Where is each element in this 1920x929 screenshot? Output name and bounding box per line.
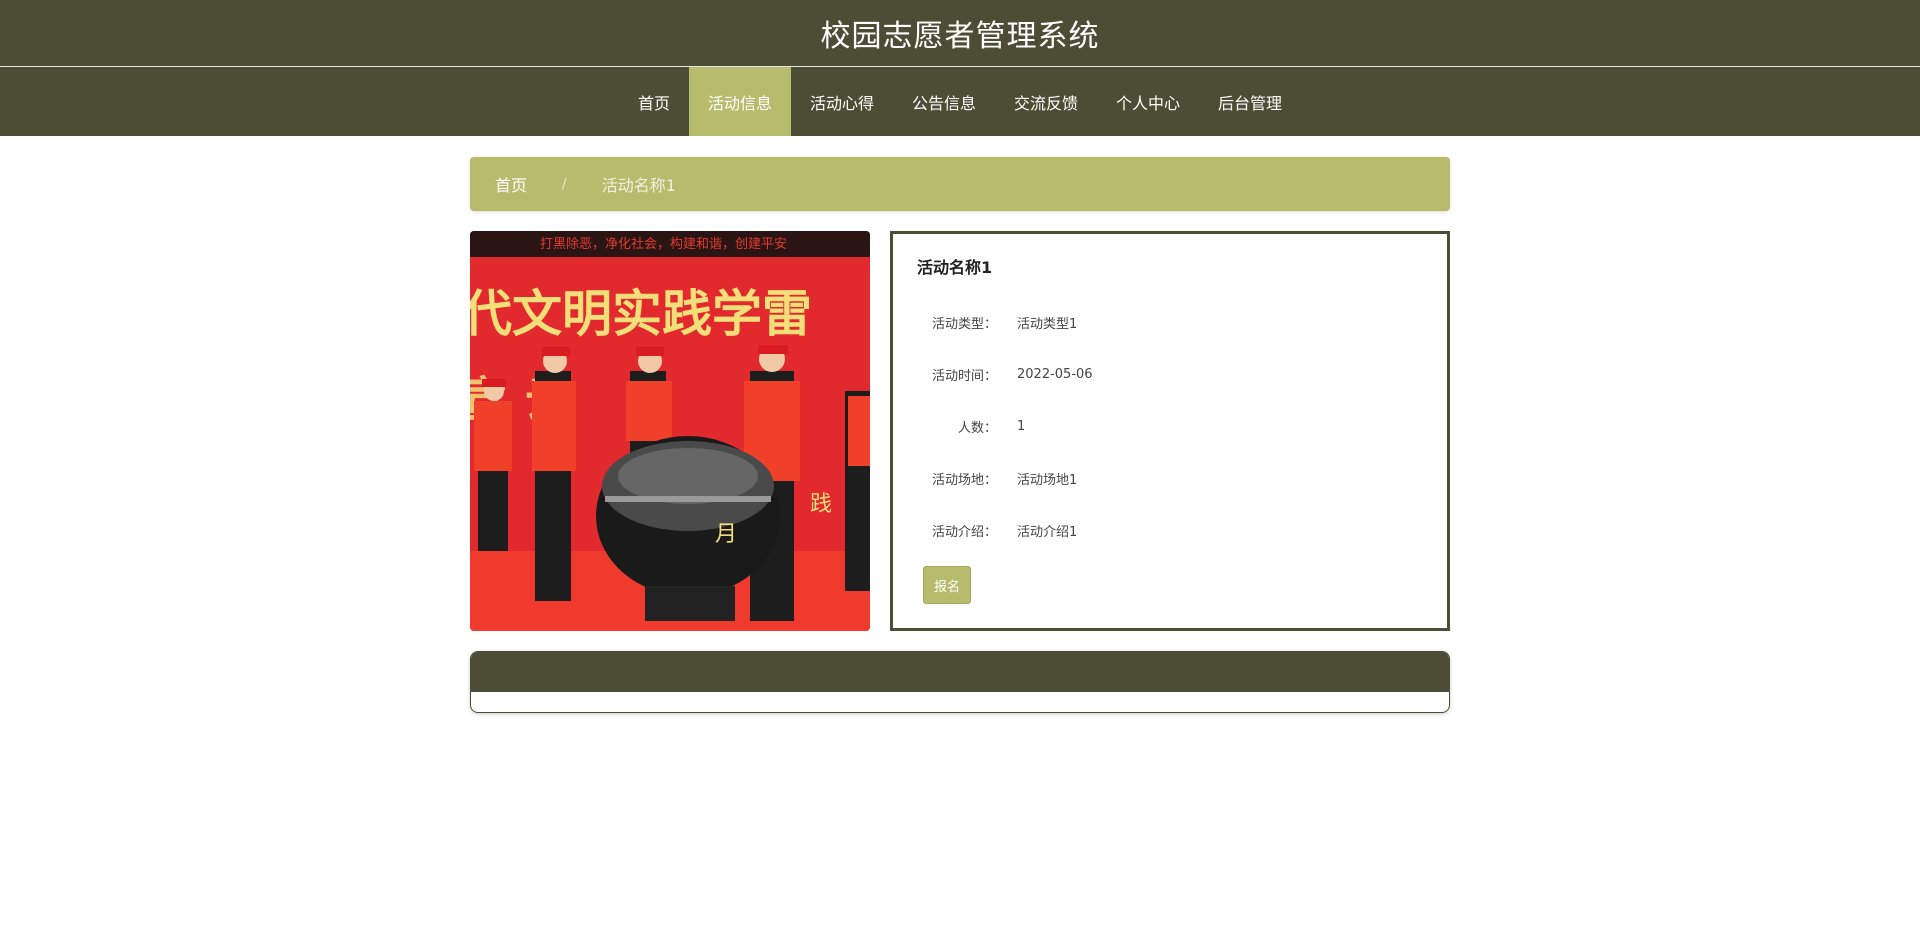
field-headcount: 人数： 1 (917, 400, 1423, 452)
breadcrumb: 首页 / 活动名称1 (470, 157, 1450, 211)
photo-banner-top: 打黑除恶，净化社会，构建和谐，创建平安 (540, 236, 787, 252)
svg-text:践: 践 (810, 492, 832, 517)
field-label: 活动介绍： (931, 524, 997, 540)
field-activity-time: 活动时间： 2022-05-06 (917, 348, 1423, 400)
field-value: 活动类型1 (1017, 316, 1078, 332)
field-label: 活动时间： (931, 368, 997, 384)
field-value: 活动介绍1 (1017, 524, 1078, 540)
field-introduction: 活动介绍： 活动介绍1 (917, 504, 1423, 556)
nav-item-feedback[interactable]: 交流反馈 (995, 67, 1097, 136)
site-title: 校园志愿者管理系统 (820, 19, 1100, 54)
field-activity-type: 活动类型： 活动类型1 (917, 296, 1423, 348)
site-header: 校园志愿者管理系统 (0, 0, 1920, 67)
field-label: 活动场地： (931, 472, 997, 488)
breadcrumb-home-link[interactable]: 首页 (495, 172, 527, 196)
activity-detail: 打黑除恶，净化社会，构建和谐，创建平安 代文明实践学雷 宣 云 践 月 活动名称… (470, 231, 1450, 631)
activity-title: 活动名称1 (917, 258, 993, 277)
signup-button[interactable]: 报名 (923, 566, 971, 604)
field-value: 2022-05-06 (1017, 366, 1093, 382)
svg-text:月: 月 (715, 522, 737, 547)
nav-item-admin[interactable]: 后台管理 (1199, 67, 1301, 136)
field-venue: 活动场地： 活动场地1 (917, 452, 1423, 504)
field-value: 1 (1017, 418, 1026, 434)
field-label: 人数： (957, 420, 997, 436)
activity-photo: 打黑除恶，净化社会，构建和谐，创建平安 代文明实践学雷 宣 云 践 月 (470, 231, 870, 631)
main-nav: 首页 活动信息 活动心得 公告信息 交流反馈 个人中心 后台管理 (0, 67, 1920, 136)
nav-item-personal-center[interactable]: 个人中心 (1097, 67, 1199, 136)
photo-banner-main: 代文明实践学雷 (470, 284, 812, 343)
breadcrumb-current: 活动名称1 (601, 176, 676, 195)
breadcrumb-separator: / (562, 176, 567, 192)
comments-panel (470, 651, 1450, 713)
nav-item-activity-info[interactable]: 活动信息 (688, 67, 791, 136)
nav-item-activity-experience[interactable]: 活动心得 (791, 67, 893, 136)
comments-panel-header (471, 652, 1449, 692)
nav-item-announcements[interactable]: 公告信息 (893, 67, 995, 136)
field-value: 活动场地1 (1017, 472, 1078, 488)
activity-info-panel: 活动名称1 活动类型： 活动类型1 活动时间： 2022-05-06 人数： 1… (890, 231, 1450, 631)
field-label: 活动类型： (931, 316, 997, 332)
main-content: 首页 / 活动名称1 打黑除恶，净化社会，构建和谐，创建平安 代文明实践学雷 宣… (470, 157, 1450, 713)
nav-item-home[interactable]: 首页 (619, 67, 689, 136)
